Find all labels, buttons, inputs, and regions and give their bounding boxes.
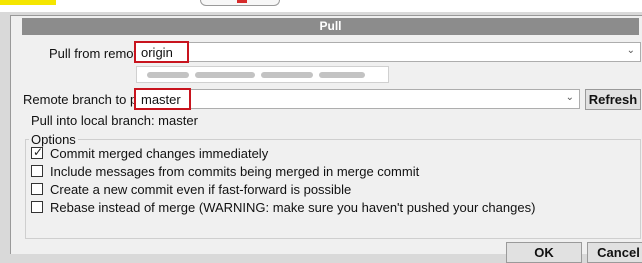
checkbox-unchecked[interactable] [31, 201, 43, 213]
blurred-text [195, 72, 255, 78]
top-strip [0, 0, 642, 12]
option-label: Commit merged changes immediately [50, 146, 269, 161]
blurred-text [261, 72, 313, 78]
blurred-text [147, 72, 189, 78]
top-highlight-strip [0, 0, 56, 5]
remote-dropdown[interactable]: origin ⌄ [135, 42, 641, 62]
chevron-down-icon: ⌄ [626, 45, 635, 56]
top-tab [200, 0, 280, 6]
option-label: Create a new commit even if fast-forward… [50, 182, 352, 197]
refresh-button[interactable]: Refresh [585, 89, 641, 110]
branch-highlight-box [134, 88, 191, 110]
option-label: Include messages from commits being merg… [50, 164, 420, 179]
option-label: Rebase instead of merge (WARNING: make s… [50, 200, 536, 215]
checkbox-checked[interactable]: ✓ [31, 145, 44, 159]
local-branch-text: Pull into local branch: master [31, 113, 198, 128]
blurred-text [319, 72, 365, 78]
checkbox-unchecked[interactable] [31, 165, 43, 177]
checkbox-unchecked[interactable] [31, 183, 43, 195]
tab-marker-icon [237, 0, 247, 3]
chevron-down-icon: ⌄ [565, 92, 574, 103]
remote-highlight-box [134, 41, 189, 63]
remote-url-field [136, 66, 389, 83]
branch-dropdown[interactable]: master ⌄ [135, 89, 580, 109]
dialog-title: Pull [22, 18, 639, 35]
check-icon: ✓ [33, 145, 44, 159]
pull-dialog: Pull Pull from remote: origin ⌄ Remote b… [10, 15, 642, 263]
